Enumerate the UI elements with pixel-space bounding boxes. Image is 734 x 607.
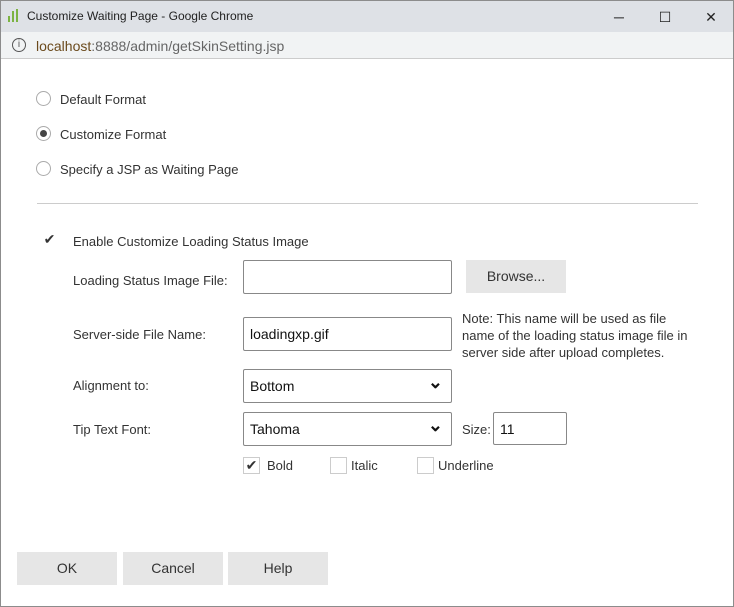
bold-label: Bold [267, 458, 294, 473]
app-icon [8, 9, 18, 22]
underline-label: Underline [438, 458, 494, 473]
image-file-label: Loading Status Image File: [73, 273, 228, 288]
font-label: Tip Text Font: [73, 422, 152, 437]
radio-specify-jsp[interactable] [36, 161, 51, 176]
radio-label: Customize Format [60, 127, 167, 142]
radio-label: Default Format [60, 92, 146, 107]
server-file-note: Note: This name will be used as file nam… [462, 311, 688, 360]
alignment-label: Alignment to: [73, 378, 149, 393]
radio-customize-format[interactable] [36, 126, 51, 141]
minimize-button[interactable]: ─ [599, 5, 639, 29]
server-file-input[interactable]: loadingxp.gif [243, 317, 452, 351]
italic-label: Italic [351, 458, 378, 473]
url: localhost:8888/admin/getSkinSetting.jsp [36, 38, 285, 54]
enable-image-label: Enable Customize Loading Status Image [73, 234, 309, 249]
underline-checkbox[interactable] [417, 457, 434, 474]
alignment-select[interactable]: Bottom [243, 366, 452, 403]
info-icon[interactable]: i [12, 38, 26, 52]
divider [37, 203, 698, 204]
cancel-button[interactable]: Cancel [123, 552, 223, 585]
close-button[interactable]: ✕ [691, 5, 731, 29]
size-label: Size: [462, 422, 491, 437]
font-select[interactable]: Tahoma [243, 409, 452, 446]
bold-checkbox[interactable]: ✔ [243, 457, 260, 474]
italic-checkbox[interactable] [330, 457, 347, 474]
help-button[interactable]: Help [228, 552, 328, 585]
browse-button[interactable]: Browse... [466, 260, 566, 293]
title-bar: Customize Waiting Page - Google Chrome ─… [1, 1, 733, 32]
address-bar[interactable]: i localhost:8888/admin/getSkinSetting.js… [1, 32, 733, 59]
ok-button[interactable]: OK [17, 552, 117, 585]
window-title: Customize Waiting Page - Google Chrome [27, 9, 254, 23]
radio-default-format[interactable] [36, 91, 51, 106]
maximize-button[interactable]: ☐ [645, 5, 685, 29]
size-input[interactable]: 11 [493, 412, 567, 445]
server-file-label: Server-side File Name: [73, 327, 206, 342]
image-file-input[interactable] [243, 260, 452, 294]
radio-label: Specify a JSP as Waiting Page [60, 162, 239, 177]
enable-image-checkbox[interactable]: ✔ [41, 232, 58, 249]
